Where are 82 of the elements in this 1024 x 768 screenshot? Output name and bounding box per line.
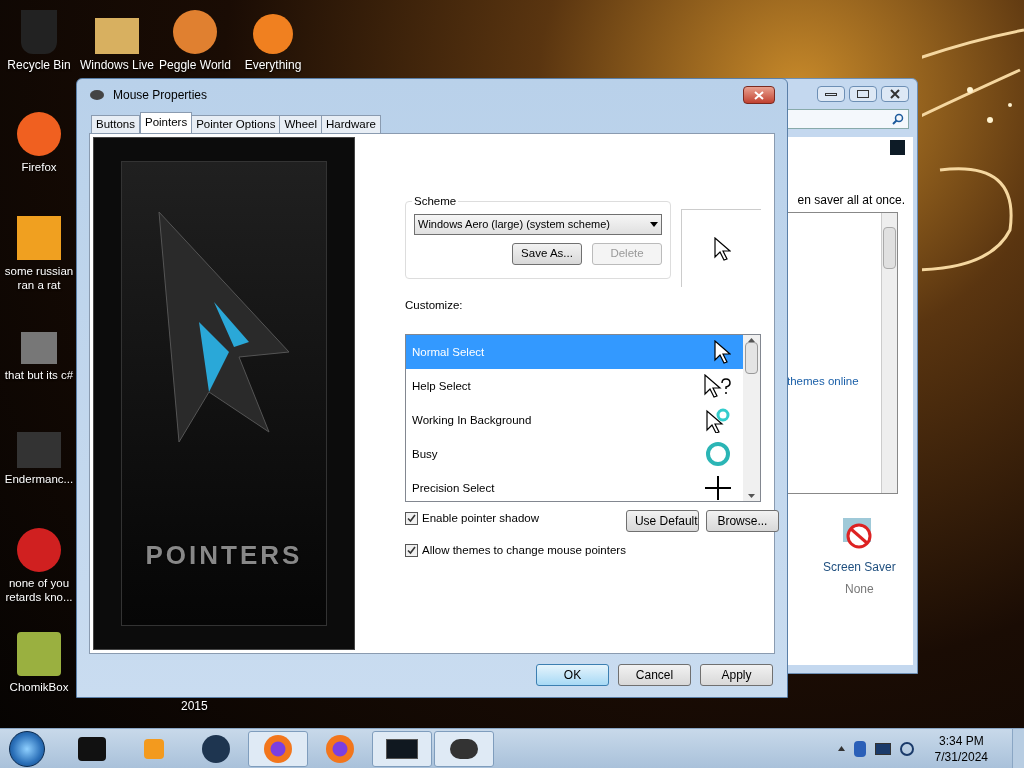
help-cursor-icon: [703, 374, 731, 399]
app-icon: [21, 332, 57, 364]
scroll-thumb[interactable]: [883, 227, 896, 269]
app-icon: [17, 528, 61, 572]
theme-thumbnail: [890, 140, 905, 155]
desktop-icon-label[interactable]: Recycle Bin: [7, 58, 71, 72]
scheme-dropdown[interactable]: Windows Aero (large) (system scheme): [414, 214, 662, 235]
desktop-icon-label[interactable]: Endermanc...: [4, 472, 74, 486]
tab[interactable]: Hardware: [321, 115, 381, 133]
screen-saver-title[interactable]: Screen Saver: [823, 558, 896, 576]
scroll-thumb[interactable]: [745, 342, 758, 375]
search-icon: [892, 113, 904, 125]
app-icon: [17, 632, 61, 676]
banner-text: POINTERS: [145, 539, 303, 572]
tab[interactable]: Wheel: [279, 115, 323, 133]
app-icon: [17, 432, 61, 468]
arrow-cursor-icon: [712, 236, 731, 261]
tab[interactable]: Buttons: [91, 115, 140, 133]
tray-app-icon[interactable]: [853, 740, 866, 757]
checkbox[interactable]: [405, 543, 418, 557]
maximize-button[interactable]: [849, 86, 877, 102]
working-cursor-icon: [705, 407, 731, 434]
themes-online-link[interactable]: themes online: [787, 373, 881, 391]
window-title: Mouse Properties: [113, 87, 209, 104]
app-icon: [17, 216, 61, 260]
desktop-icon-label[interactable]: ChomikBox: [9, 680, 69, 694]
pointer-row[interactable]: Help Select: [406, 369, 743, 404]
dropdown-arrow-icon: [650, 222, 658, 227]
mouse-icon: [89, 89, 105, 101]
description-text: en saver all at once.: [797, 192, 905, 209]
app-icon: [78, 736, 106, 761]
close-icon: [754, 90, 764, 100]
pointer-row[interactable]: Precision Select: [406, 471, 743, 502]
desktop-icon-label[interactable]: some russian ran a rat: [0, 264, 78, 292]
browser-icon: [264, 734, 292, 763]
desktop-icon-label[interactable]: 2015: [181, 697, 208, 715]
tab[interactable]: Pointer Options: [191, 115, 281, 133]
taskbar-button[interactable]: [372, 730, 432, 767]
checkbox-label: Allow themes to change mouse pointers: [422, 542, 626, 558]
scroll-down-icon[interactable]: [748, 494, 755, 499]
show-hidden-icons-icon[interactable]: [837, 746, 845, 751]
pointer-row[interactable]: Busy: [406, 437, 743, 472]
dialog-button[interactable]: OK: [536, 664, 609, 686]
app-icon: [17, 112, 61, 156]
desktop-icon-label[interactable]: none of you retards kno...: [0, 576, 78, 604]
desktop-icon-label[interactable]: that but its c#: [4, 368, 74, 382]
monitor-icon: [386, 738, 418, 759]
taskbar-button[interactable]: [434, 730, 494, 767]
mouse-icon: [450, 738, 478, 759]
browser-icon: [326, 734, 354, 763]
close-button[interactable]: [743, 86, 775, 104]
checkbox-label: Enable pointer shadow: [422, 511, 539, 527]
scrollbar[interactable]: [881, 213, 897, 493]
customize-label: Customize:: [405, 298, 464, 313]
clock-time[interactable]: 3:34 PM: [938, 732, 984, 749]
scheme-button[interactable]: Save As...: [512, 243, 582, 265]
dialog-button[interactable]: Apply: [700, 664, 773, 686]
crosshair-icon: [705, 476, 731, 501]
player-icon: [144, 738, 164, 759]
app-icon: [21, 10, 57, 54]
arrow-cursor-icon: [713, 340, 731, 365]
busy-ring-icon: [705, 441, 731, 468]
tab[interactable]: Pointers: [140, 112, 193, 133]
scrollbar[interactable]: [743, 335, 760, 502]
start-button[interactable]: [9, 730, 45, 767]
checkbox[interactable]: [405, 512, 418, 526]
desktop-icon-label[interactable]: Windows Live: [80, 58, 154, 72]
screen-saver-value: None: [845, 581, 874, 598]
minimize-button[interactable]: [817, 86, 845, 102]
list-button[interactable]: Use Default: [625, 510, 699, 533]
pointer-row[interactable]: Working In Background: [406, 403, 743, 438]
app-icon: [95, 18, 139, 54]
desktop-icon-label[interactable]: Firefox: [21, 160, 57, 174]
app-icon: [253, 14, 293, 54]
close-icon: [890, 89, 900, 99]
clock-date[interactable]: 7/31/2024: [934, 748, 988, 765]
desktop-icon-label[interactable]: Everything: [244, 58, 302, 72]
desktop-icon-label[interactable]: Peggle World: [159, 58, 231, 72]
list-button[interactable]: Browse...: [705, 510, 779, 533]
dialog-button[interactable]: Cancel: [618, 664, 691, 686]
close-button[interactable]: [881, 86, 909, 102]
app-icon: [173, 10, 217, 54]
